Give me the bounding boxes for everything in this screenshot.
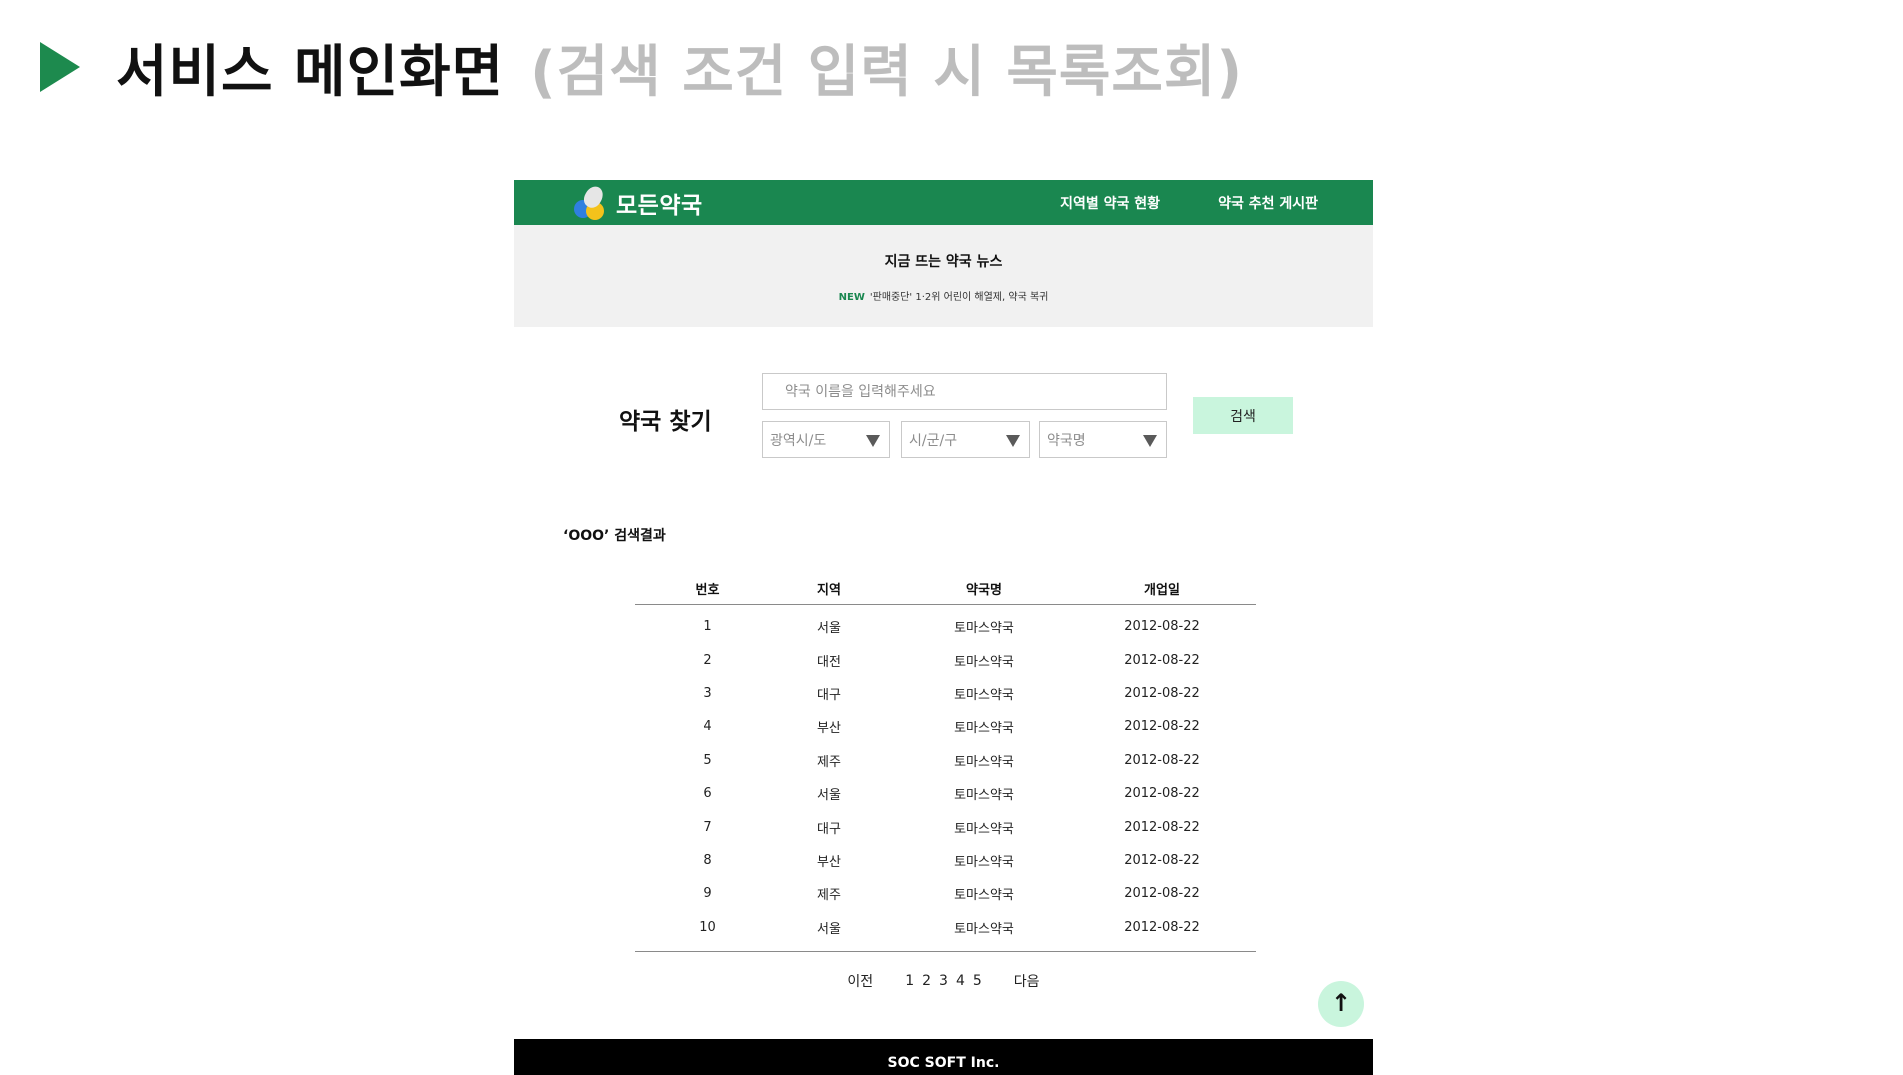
pagination: 이전 1 2 3 4 5 다음 — [514, 971, 1373, 991]
results-table: 번호 지역 약국명 개업일 1 서울 토마스약국 2012-08-22 2 대전… — [635, 572, 1256, 952]
table-row[interactable]: 10 서울 토마스약국 2012-08-22 — [635, 911, 1256, 944]
province-select[interactable]: 광역시/도 — [762, 421, 890, 458]
cell-open-date: 2012-08-22 — [1124, 752, 1200, 768]
news-banner: 지금 뜨는 약국 뉴스 NEW '판매중단' 1·2위 어린이 해열제, 약국 복… — [514, 225, 1373, 327]
cell-open-date: 2012-08-22 — [1124, 852, 1200, 868]
column-header-open-date: 개업일 — [1144, 582, 1180, 598]
cell-open-date: 2012-08-22 — [1124, 786, 1200, 802]
cell-region: 대구 — [817, 821, 841, 837]
cell-region: 제주 — [817, 888, 841, 904]
news-item[interactable]: NEW '판매중단' 1·2위 어린이 해열제, 약국 복귀 — [514, 288, 1373, 303]
search-section-title: 약국 찾기 — [619, 409, 712, 435]
cell-number: 5 — [703, 752, 712, 768]
cell-open-date: 2012-08-22 — [1124, 652, 1200, 668]
cell-pharmacy: 토마스약국 — [954, 888, 1014, 904]
table-body: 1 서울 토마스약국 2012-08-22 2 대전 토마스약국 2012-08… — [635, 605, 1256, 952]
page-link-3[interactable]: 3 — [939, 973, 948, 989]
main-nav: 지역별 약국 현황 약국 추천 게시판 — [1060, 180, 1318, 225]
web-mockup: 모든약국 지역별 약국 현황 약국 추천 게시판 지금 뜨는 약국 뉴스 NEW… — [514, 180, 1373, 1075]
cell-number: 10 — [699, 919, 716, 935]
news-headline: '판매중단' 1·2위 어린이 해열제, 약국 복귀 — [869, 292, 1049, 303]
cell-open-date: 2012-08-22 — [1124, 919, 1200, 935]
new-badge: NEW — [838, 292, 865, 303]
table-row[interactable]: 1 서울 토마스약국 2012-08-22 — [635, 610, 1256, 643]
cell-pharmacy: 토마스약국 — [954, 854, 1014, 870]
play-triangle-icon — [40, 42, 80, 92]
site-footer: SOC SOFT Inc. — [514, 1039, 1373, 1075]
table-row[interactable]: 9 제주 토마스약국 2012-08-22 — [635, 877, 1256, 910]
site-header: 모든약국 지역별 약국 현황 약국 추천 게시판 — [514, 180, 1373, 225]
city-select[interactable]: 시/군/구 — [901, 421, 1030, 458]
news-title: 지금 뜨는 약국 뉴스 — [884, 254, 1003, 270]
slide-title: 서비스 메인화면 — [116, 39, 505, 105]
page-link-1[interactable]: 1 — [905, 973, 914, 989]
table-row[interactable]: 6 서울 토마스약국 2012-08-22 — [635, 777, 1256, 810]
cell-open-date: 2012-08-22 — [1124, 685, 1200, 701]
table-row[interactable]: 7 대구 토마스약국 2012-08-22 — [635, 810, 1256, 843]
city-select-value: 시/군/구 — [909, 432, 958, 449]
column-header-number: 번호 — [695, 582, 720, 598]
arrow-up-icon: ↑ — [1330, 989, 1352, 1017]
site-logo[interactable]: 모든약국 — [574, 182, 703, 221]
slide-heading: 서비스 메인화면 (검색 조건 입력 시 목록조회) — [40, 22, 1243, 112]
cell-number: 6 — [703, 786, 712, 802]
result-caption: ‘OOO’ 검색결과 — [563, 528, 666, 544]
logo-text: 모든약국 — [616, 192, 703, 219]
cell-open-date: 2012-08-22 — [1124, 886, 1200, 902]
pharmacy-name-select-value: 약국명 — [1047, 432, 1086, 449]
cell-number: 3 — [703, 685, 712, 701]
search-button[interactable]: 검색 — [1193, 397, 1293, 434]
cell-open-date: 2012-08-22 — [1124, 719, 1200, 735]
column-header-region: 지역 — [817, 582, 841, 598]
cell-region: 서울 — [817, 621, 841, 637]
cell-number: 7 — [703, 819, 712, 835]
cell-open-date: 2012-08-22 — [1124, 619, 1200, 635]
table-row[interactable]: 3 대구 토마스약국 2012-08-22 — [635, 677, 1256, 710]
dropdown-arrow-icon — [866, 435, 880, 447]
cell-pharmacy: 토마스약국 — [954, 754, 1014, 770]
pill-bubbles-icon — [574, 182, 608, 220]
cell-open-date: 2012-08-22 — [1124, 819, 1200, 835]
table-header: 번호 지역 약국명 개업일 — [635, 572, 1256, 605]
cell-region: 부산 — [817, 854, 841, 870]
cell-pharmacy: 토마스약국 — [954, 687, 1014, 703]
next-page-link[interactable]: 다음 — [1014, 971, 1040, 991]
dropdown-arrow-icon — [1006, 435, 1020, 447]
dropdown-arrow-icon — [1143, 435, 1157, 447]
nav-item-region-status[interactable]: 지역별 약국 현황 — [1060, 193, 1160, 213]
table-row[interactable]: 2 대전 토마스약국 2012-08-22 — [635, 643, 1256, 676]
prev-page-link[interactable]: 이전 — [847, 971, 873, 991]
cell-number: 4 — [703, 719, 712, 735]
table-row[interactable]: 8 부산 토마스약국 2012-08-22 — [635, 844, 1256, 877]
pharmacy-name-select[interactable]: 약국명 — [1039, 421, 1167, 458]
cell-number: 1 — [703, 619, 712, 635]
table-row[interactable]: 4 부산 토마스약국 2012-08-22 — [635, 710, 1256, 743]
pharmacy-search-input[interactable] — [762, 373, 1167, 410]
cell-pharmacy: 토마스약국 — [954, 654, 1014, 670]
cell-region: 대전 — [817, 654, 841, 670]
cell-region: 제주 — [817, 754, 841, 770]
cell-pharmacy: 토마스약국 — [954, 721, 1014, 737]
cell-region: 서울 — [817, 788, 841, 804]
cell-pharmacy: 토마스약국 — [954, 921, 1014, 937]
slide-subtitle: (검색 조건 입력 시 목록조회) — [530, 39, 1244, 105]
cell-number: 8 — [703, 852, 712, 868]
cell-number: 2 — [703, 652, 712, 668]
cell-region: 서울 — [817, 921, 841, 937]
scroll-top-button[interactable]: ↑ — [1318, 981, 1364, 1027]
nav-item-recommend-board[interactable]: 약국 추천 게시판 — [1218, 193, 1318, 213]
cell-pharmacy: 토마스약국 — [954, 788, 1014, 804]
page-link-5[interactable]: 5 — [973, 973, 982, 989]
footer-company: SOC SOFT Inc. — [887, 1055, 1000, 1071]
province-select-value: 광역시/도 — [770, 432, 827, 449]
cell-region: 부산 — [817, 721, 841, 737]
table-row[interactable]: 5 제주 토마스약국 2012-08-22 — [635, 744, 1256, 777]
cell-region: 대구 — [817, 687, 841, 703]
cell-number: 9 — [703, 886, 712, 902]
page-link-4[interactable]: 4 — [956, 973, 965, 989]
column-header-pharmacy: 약국명 — [966, 582, 1002, 598]
cell-pharmacy: 토마스약국 — [954, 821, 1014, 837]
page-link-2[interactable]: 2 — [922, 973, 931, 989]
cell-pharmacy: 토마스약국 — [954, 621, 1014, 637]
